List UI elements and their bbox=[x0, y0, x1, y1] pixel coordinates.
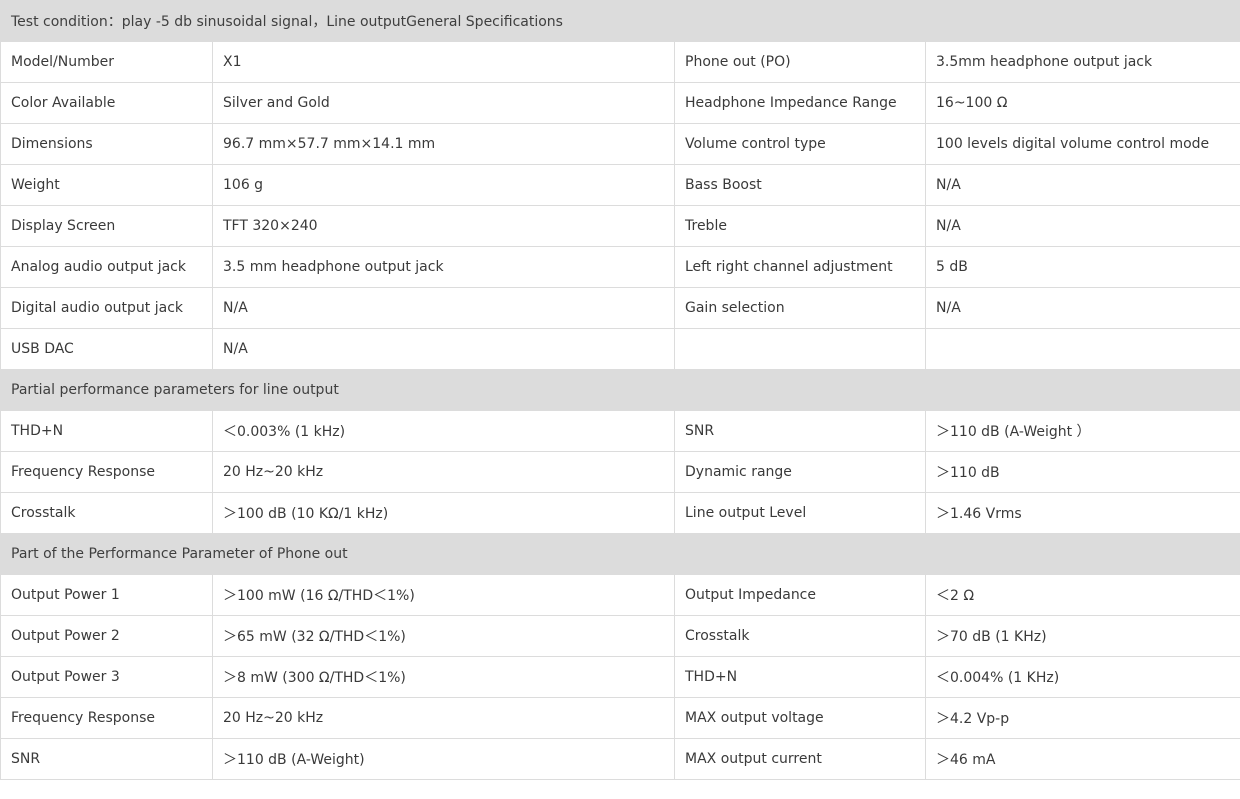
spec-value: ＞1.46 Vrms bbox=[924, 492, 1240, 534]
spec-label bbox=[674, 328, 926, 370]
spec-label: THD+N bbox=[674, 656, 926, 698]
table-row: Digital audio output jack N/A Gain selecti… bbox=[0, 287, 1240, 329]
spec-label: Output Power 3 bbox=[0, 656, 213, 698]
spec-value: 106 g bbox=[212, 164, 675, 206]
spec-label: Frequency Response bbox=[0, 697, 213, 739]
table-row: Output Power 3 ＞8 mW (300 Ω/THD＜1%) THD+N ＜… bbox=[0, 656, 1240, 698]
spec-label: Line output Level bbox=[674, 492, 926, 534]
spec-label: Analog audio output jack bbox=[0, 246, 213, 288]
spec-label: SNR bbox=[674, 410, 926, 452]
spec-value: ＞100 mW (16 Ω/THD＜1%) bbox=[212, 574, 675, 616]
spec-value: 20 Hz~20 kHz bbox=[212, 697, 675, 739]
spec-value: N/A bbox=[924, 205, 1240, 247]
spec-label: Dynamic range bbox=[674, 451, 926, 493]
spec-label: Output Impedance bbox=[674, 574, 926, 616]
spec-label: Frequency Response bbox=[0, 451, 213, 493]
spec-value: ＞8 mW (300 Ω/THD＜1%) bbox=[212, 656, 675, 698]
spec-label: Color Available bbox=[0, 82, 213, 124]
spec-value: N/A bbox=[924, 164, 1240, 206]
spec-label: Volume control type bbox=[674, 123, 926, 165]
table-row: Weight 106 g Bass Boost N/A bbox=[0, 164, 1240, 206]
spec-value: 16~100 Ω bbox=[924, 82, 1240, 124]
table-row: Frequency Response 20 Hz~20 kHz Dynamic ra… bbox=[0, 451, 1240, 493]
spec-value: ＜2 Ω bbox=[924, 574, 1240, 616]
spec-value: ＞110 dB (A-Weight ） bbox=[924, 410, 1240, 452]
spec-value: N/A bbox=[212, 328, 675, 370]
specifications-table-body: Test condition：play -5 db sinusoidal sig… bbox=[0, 0, 1240, 780]
spec-value: ＞4.2 Vp-p bbox=[924, 697, 1240, 739]
spec-value: ＞110 dB (A-Weight) bbox=[212, 738, 675, 780]
spec-label: Gain selection bbox=[674, 287, 926, 329]
spec-label: Display Screen bbox=[0, 205, 213, 247]
spec-label: SNR bbox=[0, 738, 213, 780]
spec-value: 96.7 mm×57.7 mm×14.1 mm bbox=[212, 123, 675, 165]
spec-label: Crosstalk bbox=[674, 615, 926, 657]
spec-value: ＜0.004% (1 KHz) bbox=[924, 656, 1240, 698]
spec-label: Output Power 1 bbox=[0, 574, 213, 616]
spec-label: Headphone Impedance Range bbox=[674, 82, 926, 124]
spec-label: MAX output current bbox=[674, 738, 926, 780]
spec-value: ＞100 dB (10 KΩ/1 kHz) bbox=[212, 492, 675, 534]
spec-label: Output Power 2 bbox=[0, 615, 213, 657]
section-title: Partial performance parameters for line … bbox=[0, 369, 1240, 411]
table-row: Color Available Silver and Gold Headphone … bbox=[0, 82, 1240, 124]
specifications-table: Test condition：play -5 db sinusoidal sig… bbox=[0, 0, 1240, 780]
spec-label: THD+N bbox=[0, 410, 213, 452]
table-row: Frequency Response 20 Hz~20 kHz MAX output… bbox=[0, 697, 1240, 739]
spec-value: 5 dB bbox=[924, 246, 1240, 288]
spec-label: Crosstalk bbox=[0, 492, 213, 534]
spec-value: 100 levels digital volume control mode bbox=[924, 123, 1240, 165]
spec-value: ＞70 dB (1 KHz) bbox=[924, 615, 1240, 657]
table-row: Crosstalk ＞100 dB (10 KΩ/1 kHz) Line outpu… bbox=[0, 492, 1240, 534]
section-title: Test condition：play -5 db sinusoidal sig… bbox=[0, 0, 1240, 42]
spec-value bbox=[924, 328, 1240, 370]
spec-value: N/A bbox=[924, 287, 1240, 329]
spec-value: TFT 320×240 bbox=[212, 205, 675, 247]
spec-value: N/A bbox=[212, 287, 675, 329]
spec-value: 3.5 mm headphone output jack bbox=[212, 246, 675, 288]
section-header-row: Part of the Performance Parameter of Pho… bbox=[0, 533, 1240, 575]
table-row: USB DAC N/A bbox=[0, 328, 1240, 370]
spec-label: Treble bbox=[674, 205, 926, 247]
spec-value: ＞65 mW (32 Ω/THD＜1%) bbox=[212, 615, 675, 657]
spec-label: Bass Boost bbox=[674, 164, 926, 206]
spec-value: Silver and Gold bbox=[212, 82, 675, 124]
spec-label: Dimensions bbox=[0, 123, 213, 165]
spec-value: ＜0.003% (1 kHz) bbox=[212, 410, 675, 452]
spec-label: Model/Number bbox=[0, 41, 213, 83]
section-header-row: Partial performance parameters for line … bbox=[0, 369, 1240, 411]
spec-value: 3.5mm headphone output jack bbox=[924, 41, 1240, 83]
spec-label: Weight bbox=[0, 164, 213, 206]
table-row: Display Screen TFT 320×240 Treble N/A bbox=[0, 205, 1240, 247]
table-row: SNR ＞110 dB (A-Weight) MAX output current ＞… bbox=[0, 738, 1240, 780]
spec-label: Digital audio output jack bbox=[0, 287, 213, 329]
table-row: Model/Number X1 Phone out (PO) 3.5mm headph… bbox=[0, 41, 1240, 83]
spec-value: X1 bbox=[212, 41, 675, 83]
spec-value: ＞110 dB bbox=[924, 451, 1240, 493]
section-title: Part of the Performance Parameter of Pho… bbox=[0, 533, 1240, 575]
spec-value: ＞46 mA bbox=[924, 738, 1240, 780]
section-header-row: Test condition：play -5 db sinusoidal sig… bbox=[0, 0, 1240, 42]
table-row: Analog audio output jack 3.5 mm headphone… bbox=[0, 246, 1240, 288]
spec-value: 20 Hz~20 kHz bbox=[212, 451, 675, 493]
spec-label: Left right channel adjustment bbox=[674, 246, 926, 288]
spec-label: USB DAC bbox=[0, 328, 213, 370]
table-row: Output Power 1 ＞100 mW (16 Ω/THD＜1%) Outpu… bbox=[0, 574, 1240, 616]
spec-label: MAX output voltage bbox=[674, 697, 926, 739]
table-row: THD+N ＜0.003% (1 kHz) SNR ＞110 dB (A-Weight… bbox=[0, 410, 1240, 452]
table-row: Dimensions 96.7 mm×57.7 mm×14.1 mm Volume … bbox=[0, 123, 1240, 165]
table-row: Output Power 2 ＞65 mW (32 Ω/THD＜1%) Crosst… bbox=[0, 615, 1240, 657]
spec-label: Phone out (PO) bbox=[674, 41, 926, 83]
